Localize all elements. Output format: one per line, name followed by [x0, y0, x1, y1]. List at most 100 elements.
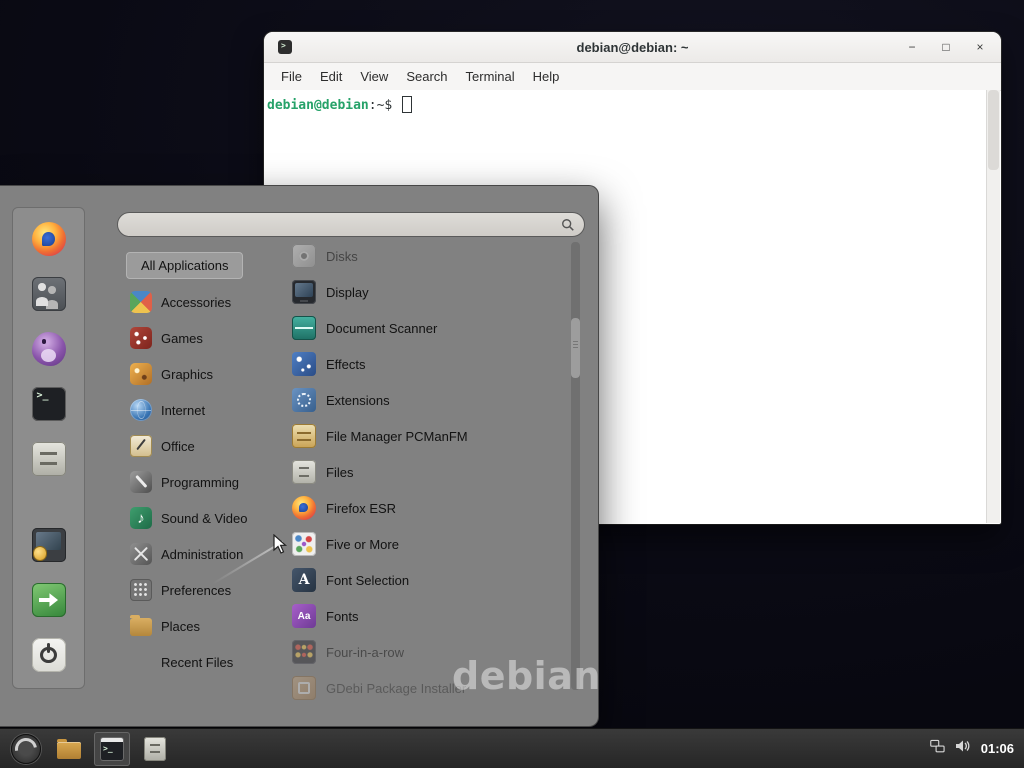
maximize-button[interactable]: □: [939, 41, 953, 53]
sidebar-session: [30, 526, 68, 674]
app-display[interactable]: Display: [292, 274, 570, 310]
category-label: Places: [161, 619, 200, 634]
sidebar-item-terminal[interactable]: [30, 385, 68, 423]
sb-terminal-icon: [32, 387, 66, 421]
taskbar-file-manager-button[interactable]: [51, 732, 87, 766]
gdebi-icon: [292, 676, 316, 700]
app-files[interactable]: Files: [292, 454, 570, 490]
office-icon: [130, 435, 152, 457]
places-icon: [130, 618, 152, 636]
app-document-scanner[interactable]: Document Scanner: [292, 310, 570, 346]
fiveormore-icon: [292, 532, 316, 556]
category-recent-files[interactable]: Recent Files: [124, 644, 290, 680]
lock-screen-button[interactable]: [30, 526, 68, 564]
app-five-or-more[interactable]: Five or More: [292, 526, 570, 562]
app-label: Document Scanner: [326, 321, 437, 336]
terminal-window-title: debian@debian: ~: [264, 40, 1001, 55]
prompt-path: :~$: [369, 98, 392, 113]
terminal-titlebar[interactable]: debian@debian: ~ − □ ×: [264, 32, 1001, 63]
taskbar-terminal-button[interactable]: [94, 732, 130, 766]
volume-icon[interactable]: [955, 738, 971, 759]
sidebar-item-users[interactable]: [30, 275, 68, 313]
category-accessories[interactable]: Accessories: [124, 284, 290, 320]
taskbar-files-button[interactable]: [137, 732, 173, 766]
sidebar-favorites: [30, 220, 68, 478]
category-sound-video[interactable]: Sound & Video: [124, 500, 290, 536]
taskbar-launchers: [8, 732, 173, 766]
app-file-manager-pcmanfm[interactable]: File Manager PCManFM: [292, 418, 570, 454]
sb-pidgin-icon: [32, 332, 66, 366]
app-gdebi-package-installer[interactable]: GDebi Package Installer: [292, 670, 570, 706]
sidebar-item-firefox[interactable]: [30, 220, 68, 258]
category-internet[interactable]: Internet: [124, 392, 290, 428]
network-icon[interactable]: [930, 739, 945, 759]
app-effects[interactable]: Effects: [292, 346, 570, 382]
search-icon: [561, 218, 575, 232]
app-label: Four-in-a-row: [326, 645, 404, 660]
menubar-item[interactable]: File: [272, 69, 311, 84]
sb-logout-icon: [32, 583, 66, 617]
category-places[interactable]: Places: [124, 608, 290, 644]
firefox-icon: [292, 496, 316, 520]
menubar-item[interactable]: View: [351, 69, 397, 84]
menubar-item[interactable]: Terminal: [457, 69, 524, 84]
menu-sidebar: [12, 207, 85, 689]
app-four-in-a-row[interactable]: Four-in-a-row: [292, 634, 570, 670]
category-office[interactable]: Office: [124, 428, 290, 464]
shutdown-button[interactable]: [30, 636, 68, 674]
terminal-scrollbar-thumb[interactable]: [988, 90, 999, 170]
menu-scrollbar-thumb[interactable]: [571, 318, 580, 378]
menubar-item[interactable]: Help: [524, 69, 569, 84]
menu-button[interactable]: [8, 732, 44, 766]
sb-lock-icon: [32, 528, 66, 562]
app-font-selection[interactable]: Font Selection: [292, 562, 570, 598]
clock[interactable]: 01:06: [981, 741, 1014, 756]
menu-search-box: [117, 212, 585, 237]
menu-scrollbar[interactable]: [571, 242, 580, 690]
search-input[interactable]: [127, 216, 561, 233]
terminal-cursor: [402, 96, 412, 113]
internet-icon: [130, 399, 152, 421]
category-label: All Applications: [141, 258, 228, 273]
menubar-item[interactable]: Search: [397, 69, 456, 84]
terminal-icon: [100, 737, 124, 761]
category-programming[interactable]: Programming: [124, 464, 290, 500]
logout-button[interactable]: [30, 581, 68, 619]
terminal-scrollbar[interactable]: [986, 90, 1000, 523]
category-label: Programming: [161, 475, 239, 490]
sound-icon: [130, 507, 152, 529]
category-label: Recent Files: [161, 655, 233, 670]
extensions-icon: [292, 388, 316, 412]
sb-shutdown-icon: [32, 638, 66, 672]
display-icon: [292, 280, 316, 304]
sb-firefox-icon: [32, 222, 66, 256]
app-label: Font Selection: [326, 573, 409, 588]
category-preferences[interactable]: Preferences: [124, 572, 290, 608]
category-games[interactable]: Games: [124, 320, 290, 356]
app-label: Five or More: [326, 537, 399, 552]
category-administration[interactable]: Administration: [124, 536, 290, 572]
close-button[interactable]: ×: [973, 41, 987, 53]
category-label: Administration: [161, 547, 243, 562]
category-label: Games: [161, 331, 203, 346]
application-menu: All Applications Accessories Games Graph…: [0, 185, 599, 727]
category-graphics[interactable]: Graphics: [124, 356, 290, 392]
fourinarow-icon: [292, 640, 316, 664]
fontselection-icon: [292, 568, 316, 592]
terminal-menubar: FileEditViewSearchTerminalHelp: [264, 63, 1001, 91]
category-label: Preferences: [161, 583, 231, 598]
menubar-item[interactable]: Edit: [311, 69, 351, 84]
sb-users-icon: [32, 277, 66, 311]
app-disks[interactable]: Disks: [292, 238, 570, 274]
app-label: Extensions: [326, 393, 390, 408]
minimize-button[interactable]: −: [905, 41, 919, 53]
sidebar-item-chat[interactable]: [30, 330, 68, 368]
disks-icon: [292, 244, 316, 268]
app-extensions[interactable]: Extensions: [292, 382, 570, 418]
app-fonts[interactable]: Fonts: [292, 598, 570, 634]
sidebar-item-files[interactable]: [30, 440, 68, 478]
prompt-user-host: debian@debian: [267, 98, 369, 113]
category-all-applications[interactable]: All Applications: [126, 252, 243, 279]
category-label: Accessories: [161, 295, 231, 310]
app-firefox-esr[interactable]: Firefox ESR: [292, 490, 570, 526]
